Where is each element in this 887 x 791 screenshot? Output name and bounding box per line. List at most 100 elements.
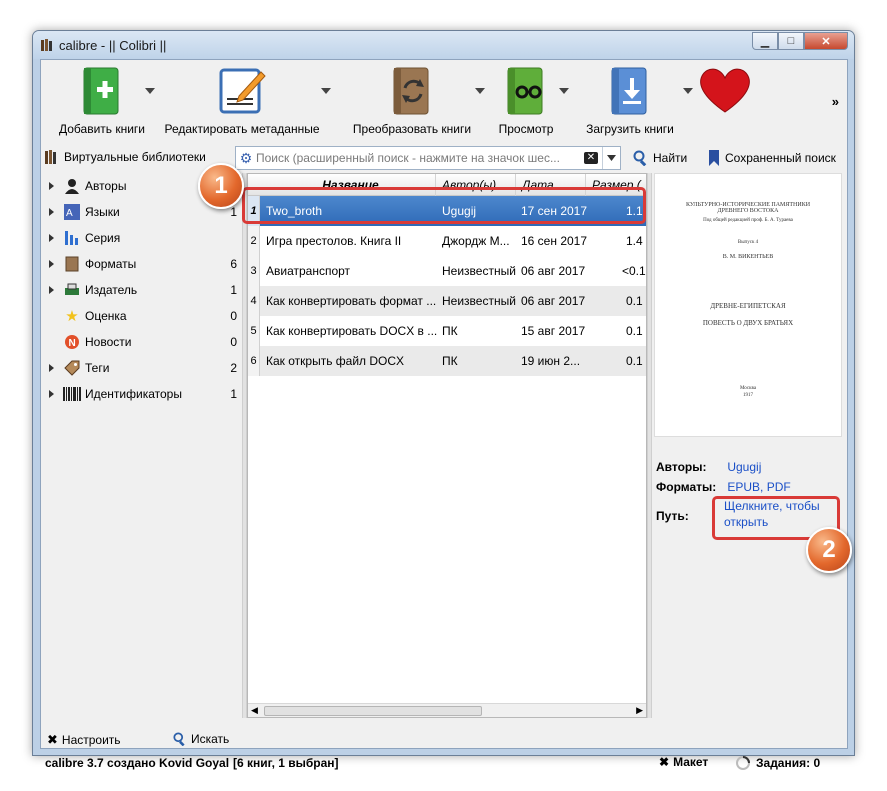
table-row[interactable]: 4 Как конвертировать формат ... Неизвест…: [248, 286, 646, 316]
sidebar-item-identifiers[interactable]: Идентификаторы 1: [41, 382, 241, 406]
expand-arrow-icon[interactable]: [49, 286, 54, 294]
authors-row: Авторы: Ugugij: [656, 460, 761, 474]
sidebar-item-label: Серия: [85, 231, 121, 245]
book-title: Как конвертировать DOCX в ...: [266, 324, 438, 338]
tag-search-label: Искать: [191, 732, 230, 746]
authors-link[interactable]: Ugugij: [727, 460, 761, 474]
layout-button[interactable]: ✖ Макет: [659, 755, 708, 769]
window-controls: ▁ □ ✕: [752, 32, 848, 50]
sidebar-item-count: 0: [230, 335, 237, 349]
expand-arrow-icon[interactable]: [49, 208, 54, 216]
virtual-libraries-label: Виртуальные библиотеки: [64, 150, 206, 164]
svg-text:A: A: [66, 208, 73, 219]
tag-icon: [63, 359, 81, 377]
sidebar-item-series[interactable]: Серия: [41, 226, 241, 250]
download-dropdown-arrow[interactable]: [683, 88, 693, 94]
search-placeholder: Поиск (расширенный поиск - нажмите на зн…: [256, 151, 560, 165]
formats-link[interactable]: EPUB, PDF: [727, 480, 790, 494]
book-author: ПК: [442, 354, 458, 368]
virtual-libraries-button[interactable]: Виртуальные библиотеки: [45, 150, 206, 164]
jobs-button[interactable]: Задания: 0: [735, 755, 820, 771]
download-books-button[interactable]: Загрузить книги: [586, 66, 674, 136]
close-button[interactable]: ✕: [804, 32, 848, 50]
publisher-icon: [63, 281, 81, 299]
add-books-dropdown-arrow[interactable]: [145, 88, 155, 94]
status-version: calibre 3.7 создано Kovid Goyal: [45, 756, 230, 770]
formats-icon: [63, 255, 81, 273]
convert-dropdown-arrow[interactable]: [475, 88, 485, 94]
sidebar-item-count: 2: [230, 361, 237, 375]
cover-year: 1917: [743, 393, 753, 398]
book-title: Как конвертировать формат ...: [266, 294, 437, 308]
maximize-button[interactable]: □: [778, 32, 804, 50]
book-title: Игра престолов. Книга II: [266, 234, 402, 248]
add-books-button[interactable]: Добавить книги: [59, 66, 145, 136]
sidebar-item-publisher[interactable]: Издатель 1: [41, 278, 241, 302]
barcode-icon: [63, 385, 81, 403]
person-icon: [63, 177, 81, 195]
table-row[interactable]: 5 Как конвертировать DOCX в ... ПК 15 ав…: [248, 316, 646, 346]
sidebar-item-label: Теги: [85, 361, 110, 375]
search-history-dropdown[interactable]: [602, 147, 620, 169]
sidebar-item-formats[interactable]: Форматы 6: [41, 252, 241, 276]
tools-icon: ✖: [659, 755, 670, 769]
sidebar-item-tags[interactable]: Теги 2: [41, 356, 241, 380]
sidebar-item-news[interactable]: N Новости 0: [41, 330, 241, 354]
book-title: Авиатранспорт: [266, 264, 351, 278]
table-row[interactable]: 3 Авиатранспорт Неизвестный 06 авг 2017 …: [248, 256, 646, 286]
expand-arrow-icon[interactable]: [49, 234, 54, 242]
minimize-button[interactable]: ▁: [752, 32, 778, 50]
title-bar[interactable]: calibre - || Colibri || ▁ □ ✕: [33, 31, 854, 59]
edit-metadata-dropdown-arrow[interactable]: [321, 88, 331, 94]
horizontal-scrollbar[interactable]: ◀ ▶: [248, 703, 646, 717]
find-label: Найти: [653, 151, 688, 165]
convert-books-button[interactable]: Преобразовать книги: [353, 66, 471, 136]
table-row[interactable]: 2 Игра престолов. Книга II Джордж М... 1…: [248, 226, 646, 256]
expand-arrow-icon[interactable]: [49, 182, 54, 190]
cover-editor: Под общей редакцией проф. Б. А. Тураева: [703, 218, 793, 223]
step-badge-1: 1: [198, 163, 244, 209]
configure-button[interactable]: ✖ Настроить: [47, 732, 121, 748]
sidebar-item-count: 1: [230, 387, 237, 401]
path-label: Путь:: [656, 509, 689, 523]
table-row[interactable]: 6 Как открыть файл DOCX ПК 19 июн 2... 0…: [248, 346, 646, 376]
cover-author: В. М. ВИКЕНТЬЕВ: [722, 254, 774, 260]
view-icon: [507, 67, 543, 115]
edit-metadata-button[interactable]: Редактировать метаданные: [164, 66, 320, 136]
clear-search-icon[interactable]: ✕: [584, 152, 598, 164]
tools-icon: ✖: [47, 732, 58, 747]
saved-search-button[interactable]: Сохраненный поиск: [709, 150, 836, 166]
saved-search-label: Сохраненный поиск: [725, 151, 836, 165]
sidebar-item-count: 1: [230, 205, 237, 219]
scroll-right-icon[interactable]: ▶: [636, 705, 643, 716]
book-size: 0.1: [626, 354, 643, 368]
path-row: Путь:: [656, 509, 712, 523]
sidebar-item-count: 0: [230, 309, 237, 323]
book-cover[interactable]: КУЛЬТУРНО-ИСТОРИЧЕСКИЕ ПАМЯТНИКИ ДРЕВНЕГ…: [654, 173, 842, 437]
jobs-label: Задания: 0: [756, 756, 821, 770]
book-list-table: Название Автор(ы) Дата Размер ( 1 Two_br…: [247, 173, 647, 718]
find-button[interactable]: Найти: [633, 150, 687, 166]
toolbar-overflow-button[interactable]: »: [832, 94, 839, 109]
search-input[interactable]: ⚙ Поиск (расширенный поиск - нажмите на …: [235, 146, 621, 170]
expand-arrow-icon[interactable]: [49, 364, 54, 372]
scrollbar-thumb[interactable]: [264, 706, 482, 716]
donate-button[interactable]: [697, 66, 753, 117]
row-number: 4: [248, 286, 260, 316]
tag-search-button[interactable]: Искать: [173, 732, 229, 746]
book-size: 0.1: [626, 294, 643, 308]
scroll-left-icon[interactable]: ◀: [251, 705, 258, 716]
add-book-icon: [83, 67, 119, 115]
search-icon: [173, 732, 185, 746]
expand-arrow-icon[interactable]: [49, 260, 54, 268]
book-date: 19 июн 2...: [521, 354, 581, 368]
view-dropdown-arrow[interactable]: [559, 88, 569, 94]
view-button[interactable]: Просмотр: [499, 66, 553, 136]
window-title: calibre - || Colibri ||: [59, 38, 167, 53]
book-date: 15 авг 2017: [521, 324, 586, 338]
expand-arrow-icon[interactable]: [49, 390, 54, 398]
gear-icon[interactable]: ⚙: [236, 150, 256, 167]
sidebar-item-rating[interactable]: ★ Оценка 0: [41, 304, 241, 328]
heart-icon: [700, 68, 750, 113]
edit-metadata-icon: [219, 68, 266, 114]
